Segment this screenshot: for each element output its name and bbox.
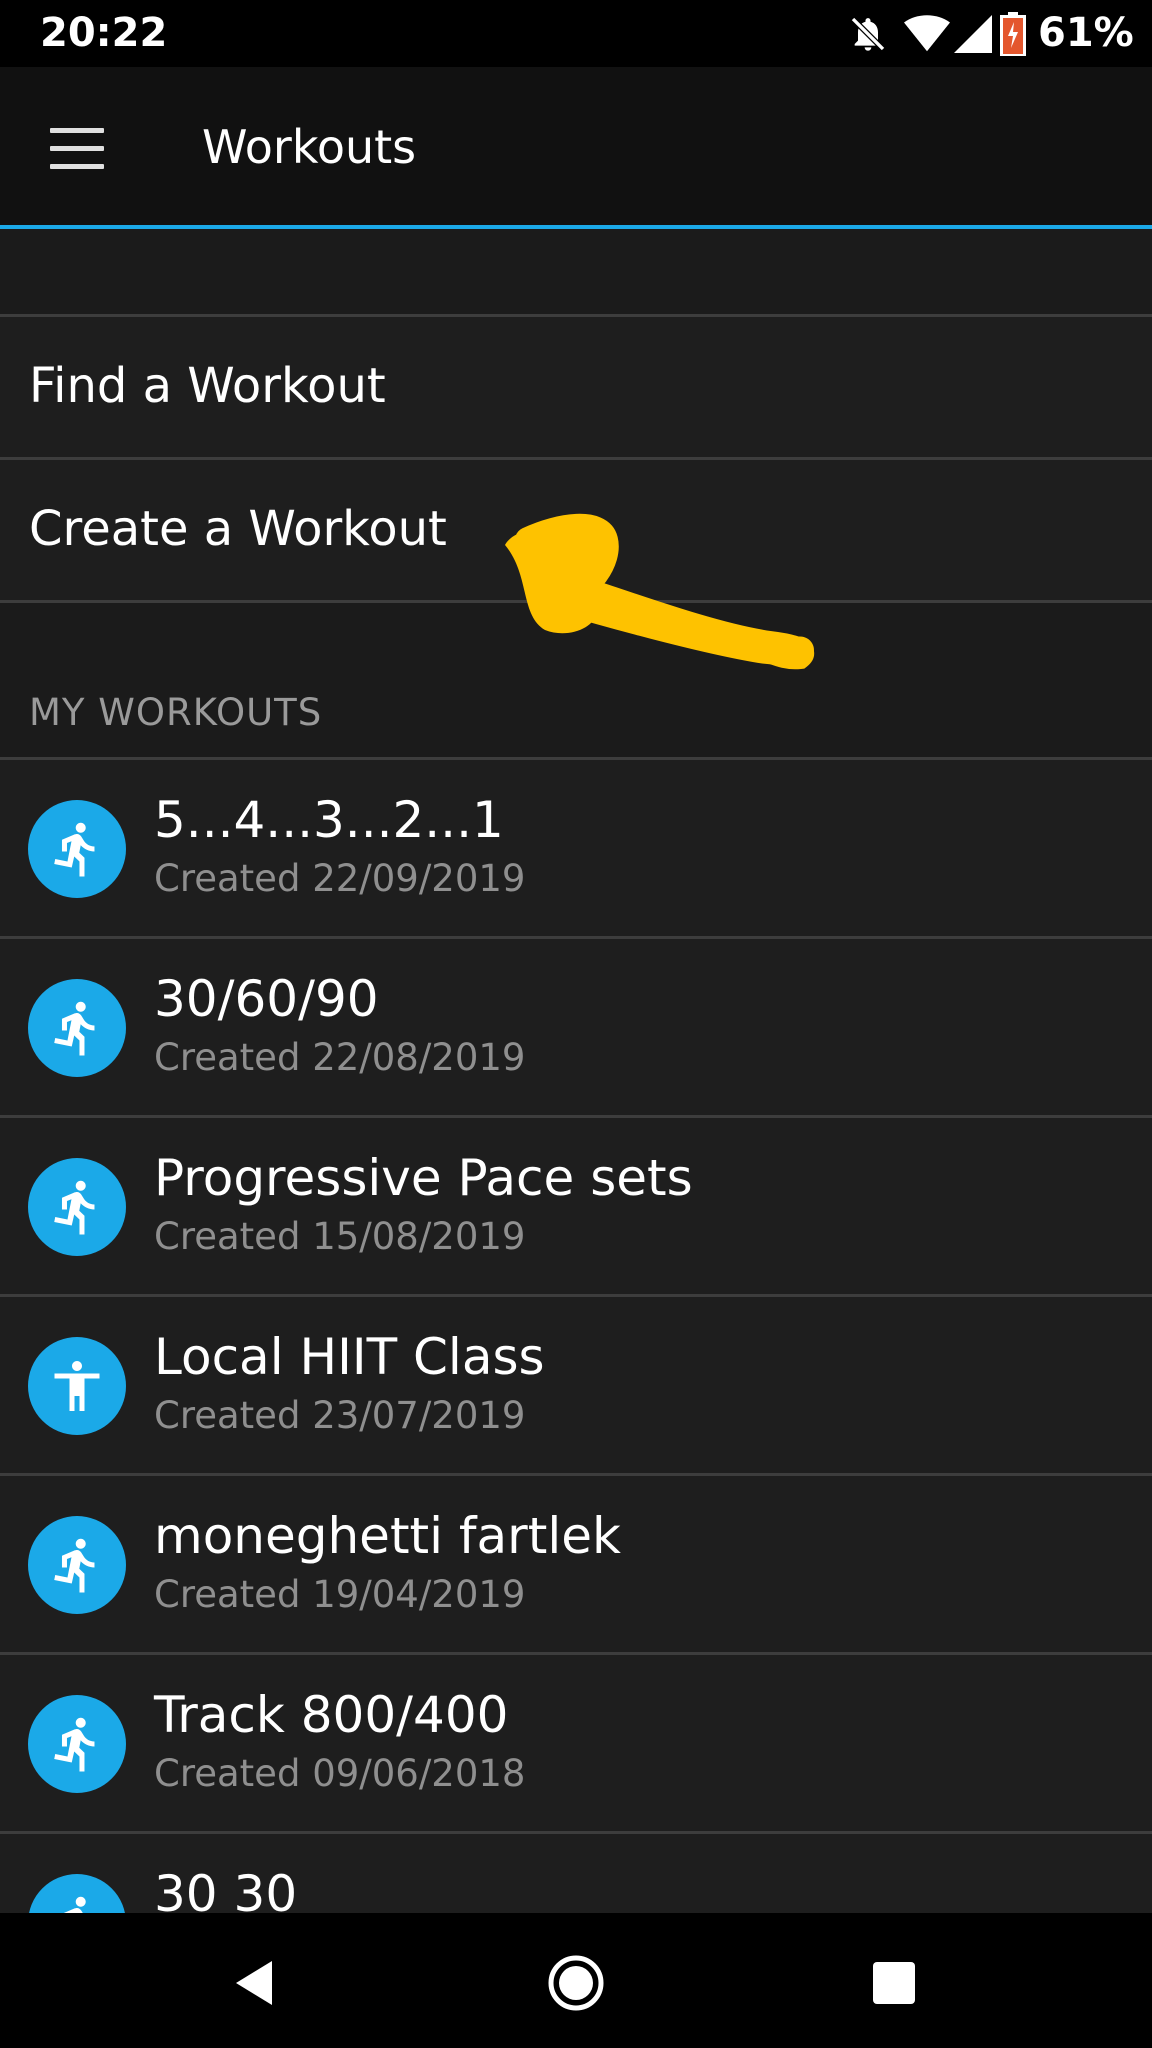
- workout-name: moneghetti fartlek: [154, 1507, 621, 1565]
- home-icon[interactable]: [546, 1953, 606, 2013]
- status-time: 20:22: [40, 10, 168, 56]
- workout-created-date: Created 22/08/2019: [154, 1036, 526, 1079]
- find-workout-button[interactable]: Find a Workout: [0, 317, 1152, 457]
- create-workout-label: Create a Workout: [29, 501, 447, 557]
- divider: [0, 600, 1152, 603]
- workout-name: Local HIIT Class: [154, 1328, 545, 1386]
- running-icon: [28, 1516, 126, 1614]
- list-item[interactable]: Progressive Pace sets Created 15/08/2019: [0, 1115, 1152, 1294]
- wifi-icon: [904, 15, 950, 52]
- workout-created-date: Created 09/06/2018: [154, 1752, 526, 1795]
- recents-icon[interactable]: [864, 1953, 924, 2013]
- running-icon: [28, 800, 126, 898]
- spacer: [0, 229, 1152, 314]
- back-icon[interactable]: [226, 1953, 286, 2013]
- workout-name: Progressive Pace sets: [154, 1149, 693, 1207]
- workout-name: 5...4...3...2...1: [154, 791, 504, 849]
- battery-percent: 61%: [1038, 10, 1134, 56]
- battery-charging-icon: [1000, 12, 1026, 56]
- running-icon: [28, 1158, 126, 1256]
- workout-name: Track 800/400: [154, 1686, 509, 1744]
- list-item[interactable]: Local HIIT Class Created 23/07/2019: [0, 1294, 1152, 1473]
- workout-list: 5...4...3...2...1 Created 22/09/2019 30/…: [0, 757, 1152, 2010]
- running-icon: [28, 1695, 126, 1793]
- create-workout-button[interactable]: Create a Workout: [0, 460, 1152, 600]
- running-icon: [28, 979, 126, 1077]
- find-workout-label: Find a Workout: [29, 358, 386, 414]
- signal-icon: [954, 15, 992, 53]
- workout-created-date: Created 15/08/2019: [154, 1215, 526, 1258]
- navigation-bar: [0, 1913, 1152, 2048]
- status-bar: 20:22 61%: [0, 0, 1152, 67]
- workout-name: 30/60/90: [154, 970, 379, 1028]
- hamburger-menu-icon[interactable]: [44, 122, 110, 172]
- person-icon: [28, 1337, 126, 1435]
- workout-created-date: Created 19/04/2019: [154, 1573, 526, 1616]
- list-item[interactable]: moneghetti fartlek Created 19/04/2019: [0, 1473, 1152, 1652]
- workout-created-date: Created 23/07/2019: [154, 1394, 526, 1437]
- list-item[interactable]: 5...4...3...2...1 Created 22/09/2019: [0, 757, 1152, 936]
- list-item[interactable]: 30/60/90 Created 22/08/2019: [0, 936, 1152, 1115]
- app-bar: Workouts: [0, 67, 1152, 225]
- bell-off-icon: [850, 16, 886, 52]
- section-header-my-workouts: MY WORKOUTS: [29, 691, 323, 734]
- workout-created-date: Created 22/09/2019: [154, 857, 526, 900]
- page-title: Workouts: [202, 120, 417, 174]
- list-item[interactable]: Track 800/400 Created 09/06/2018: [0, 1652, 1152, 1831]
